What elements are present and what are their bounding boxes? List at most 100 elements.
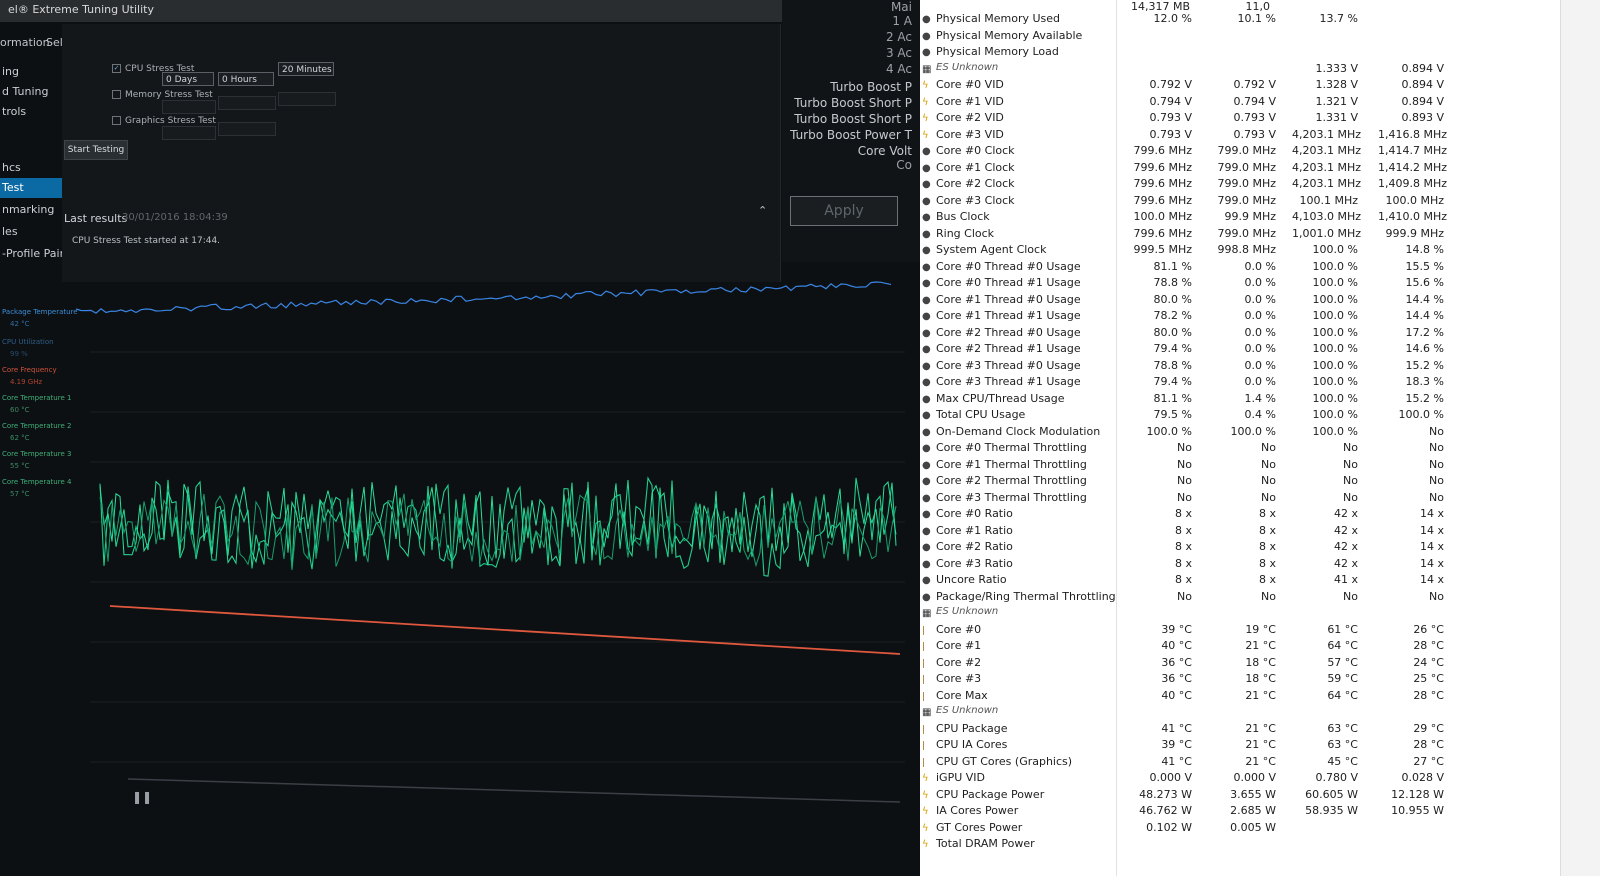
start-testing-button[interactable]: Start Testing bbox=[64, 140, 128, 160]
sensor-min-value: 799.0 MHz bbox=[1217, 193, 1276, 207]
scroll-chevron-icon[interactable]: ⌃ bbox=[758, 204, 767, 217]
sensor-row[interactable]: ϟ Core #1 VID 0.794 V 0.794 V 1.321 V 0.894 V bbox=[920, 95, 1600, 111]
duration-minutes-field[interactable]: 20 Minutes bbox=[278, 62, 334, 76]
sensor-row[interactable]: ● Core #2 Thread #1 Usage 79.4 % 0.0 % 100.0… bbox=[920, 342, 1600, 358]
sensor-max-value: 100.0 % bbox=[1312, 259, 1358, 273]
sensor-current-value: 78.8 % bbox=[1153, 276, 1192, 289]
sensor-max-value: 42 x bbox=[1333, 507, 1358, 520]
sensor-dot-icon: ● bbox=[922, 377, 931, 388]
sensor-label: CPU Package Power bbox=[936, 787, 1045, 801]
sensor-row[interactable]: ● Core #1 Thread #0 Usage 80.0 % 0.0 % 100.0… bbox=[920, 293, 1600, 309]
sidebar-item-profiles[interactable]: les bbox=[0, 222, 62, 242]
sidebar-item-graphics[interactable]: hcs bbox=[0, 158, 62, 178]
sensor-row[interactable]: ● Core #1 Thread #1 Usage 78.2 % 0.0 % 100.0… bbox=[920, 309, 1600, 325]
sensor-row[interactable]: ● Physical Memory Used 12.0 % 10.1 % 13.7 % bbox=[920, 12, 1600, 28]
tuning-co-label: Co bbox=[896, 158, 912, 172]
sensor-label: Core #0 VID bbox=[936, 78, 1004, 91]
sidebar-item-0[interactable]: ing bbox=[0, 62, 62, 82]
sensor-row[interactable]: ǀ Core #0 39 °C 19 °C 61 °C 26 °C bbox=[920, 623, 1600, 639]
checkbox-memory-stress[interactable] bbox=[112, 90, 121, 99]
memory-hours-field[interactable] bbox=[218, 96, 276, 110]
sensor-row[interactable]: ǀ CPU IA Cores 39 °C 21 °C 63 °C 28 °C bbox=[920, 738, 1600, 754]
sensor-row[interactable]: ● Max CPU/Thread Usage 81.1 % 1.4 % 100.0 % 1… bbox=[920, 392, 1600, 408]
sensor-avg-value: 14.4 % bbox=[1405, 309, 1444, 322]
sensor-row[interactable]: ● Core #0 Ratio 8 x 8 x 42 x 14 x bbox=[920, 507, 1600, 523]
sensor-group-header[interactable]: ▦ ES Unknown bbox=[920, 606, 1600, 622]
sensor-row[interactable]: ● Core #3 Thread #1 Usage 79.4 % 0.0 % 100.0… bbox=[920, 375, 1600, 391]
tab-information[interactable]: ormation bbox=[0, 36, 50, 49]
sensor-label: Package/Ring Thermal Throttling bbox=[936, 589, 1116, 603]
sensor-row[interactable]: ● Ring Clock 799.6 MHz 799.0 MHz 1,001.0 MHz… bbox=[920, 227, 1600, 243]
sensor-label: Core #3 Thermal Throttling bbox=[936, 490, 1087, 504]
sensor-row[interactable]: ● Core #0 Thermal Throttling No No No No bbox=[920, 441, 1600, 457]
sensor-label: Core #0 Clock bbox=[936, 144, 1015, 157]
sensor-row[interactable]: ϟ CPU Package Power 48.273 W 3.655 W 60.605 … bbox=[920, 788, 1600, 804]
sensor-group-header[interactable]: ▦ ES Unknown 1.333 V 0.894 V bbox=[920, 62, 1600, 78]
sidebar-item-benchmarking[interactable]: nmarking bbox=[0, 200, 62, 220]
sensor-row[interactable]: ϟ Core #2 VID 0.793 V 0.793 V 1.331 V 0.893 V bbox=[920, 111, 1600, 127]
sensor-max-value: No bbox=[1343, 589, 1358, 603]
sensor-row[interactable]: ● Core #3 Clock 799.6 MHz 799.0 MHz 100.1 MH… bbox=[920, 194, 1600, 210]
sensor-dot-icon: ● bbox=[922, 443, 931, 454]
sensor-row[interactable]: ● Bus Clock 100.0 MHz 99.9 MHz 4,103.0 MHz 1,… bbox=[920, 210, 1600, 226]
memory-days-field[interactable] bbox=[162, 100, 216, 114]
sensor-row[interactable]: ● Core #0 Clock 799.6 MHz 799.0 MHz 4,203.1 … bbox=[920, 144, 1600, 160]
sensor-min-value: 799.0 MHz bbox=[1217, 177, 1276, 190]
sensor-current-value: 41 °C bbox=[1161, 721, 1192, 735]
sensor-row[interactable]: ǀ Core #1 40 °C 21 °C 64 °C 28 °C bbox=[920, 639, 1600, 655]
sensor-row[interactable]: ϟ GT Cores Power 0.102 W 0.005 W bbox=[920, 821, 1600, 837]
sensor-max-value: 63 °C bbox=[1327, 721, 1358, 735]
sensor-row[interactable]: ● Core #1 Clock 799.6 MHz 799.0 MHz 4,203.1 … bbox=[920, 161, 1600, 177]
sensor-row[interactable]: ǀ Core Max 40 °C 21 °C 64 °C 28 °C bbox=[920, 689, 1600, 705]
sensor-label: Core #2 Thread #0 Usage bbox=[936, 325, 1081, 339]
sensor-row[interactable]: ● Core #2 Thermal Throttling No No No No bbox=[920, 474, 1600, 490]
duration-hours-field[interactable]: 0 Hours bbox=[218, 72, 274, 86]
sensor-row[interactable]: ● Core #2 Clock 799.6 MHz 799.0 MHz 4,203.1 … bbox=[920, 177, 1600, 193]
sensor-row[interactable]: ● Core #1 Ratio 8 x 8 x 42 x 14 x bbox=[920, 524, 1600, 540]
sensor-row[interactable]: ϟ IA Cores Power 46.762 W 2.685 W 58.935 W 10… bbox=[920, 804, 1600, 820]
sensor-row[interactable]: ǀ CPU Package 41 °C 21 °C 63 °C 29 °C bbox=[920, 722, 1600, 738]
sidebar-item-stress-test[interactable]: Test bbox=[0, 178, 62, 198]
memory-stress-test-option[interactable]: Memory Stress Test bbox=[112, 90, 213, 100]
memory-minutes-field[interactable] bbox=[278, 92, 336, 106]
sensor-row[interactable]: ǀ Core #3 36 °C 18 °C 59 °C 25 °C bbox=[920, 672, 1600, 688]
sensor-row[interactable]: ϟ Total DRAM Power bbox=[920, 837, 1600, 853]
sensor-row[interactable]: ● Uncore Ratio 8 x 8 x 41 x 14 x bbox=[920, 573, 1600, 589]
pause-icon[interactable]: ❚❚ bbox=[132, 790, 152, 804]
sensor-row[interactable]: ● On-Demand Clock Modulation 100.0 % 100.0 … bbox=[920, 425, 1600, 441]
sidebar-item-advanced-tuning[interactable]: d Tuning bbox=[0, 82, 62, 102]
sensor-row[interactable]: ● System Agent Clock 999.5 MHz 998.8 MHz 100… bbox=[920, 243, 1600, 259]
graphics-hours-field[interactable] bbox=[218, 122, 276, 136]
sensor-row[interactable]: ϟ Core #3 VID 0.793 V 0.793 V 4,203.1 MHz 1,4… bbox=[920, 128, 1600, 144]
sidebar-item-profile-pairing[interactable]: -Profile Pairing bbox=[0, 244, 62, 264]
sensor-row[interactable]: ● Core #1 Thermal Throttling No No No No bbox=[920, 458, 1600, 474]
sensor-current-value: 39 °C bbox=[1161, 622, 1192, 636]
sensor-row[interactable]: ● Core #3 Thermal Throttling No No No No bbox=[920, 491, 1600, 507]
sensor-row[interactable]: ● Core #2 Thread #0 Usage 80.0 % 0.0 % 100.0… bbox=[920, 326, 1600, 342]
sensor-group-header[interactable]: ▦ ES Unknown bbox=[920, 705, 1600, 721]
sensor-row[interactable]: ϟ Core #0 VID 0.792 V 0.792 V 1.328 V 0.894 V bbox=[920, 78, 1600, 94]
sensor-current-value: 0.000 V bbox=[1149, 771, 1192, 784]
sensor-row[interactable]: ǀ Core #2 36 °C 18 °C 57 °C 24 °C bbox=[920, 656, 1600, 672]
sensor-max-value: 1.333 V bbox=[1315, 61, 1358, 75]
sensor-min-value: 21 °C bbox=[1245, 754, 1276, 768]
graphics-stress-test-option[interactable]: Graphics Stress Test bbox=[112, 116, 216, 126]
sensor-row[interactable]: ● Core #0 Thread #1 Usage 78.8 % 0.0 % 100.0… bbox=[920, 276, 1600, 292]
sensor-row[interactable]: ǀ CPU GT Cores (Graphics) 41 °C 21 °C 45 °C 2… bbox=[920, 755, 1600, 771]
sensor-row[interactable]: ● Core #3 Ratio 8 x 8 x 42 x 14 x bbox=[920, 557, 1600, 573]
sensor-row[interactable]: ● Core #0 Thread #0 Usage 81.1 % 0.0 % 100.0… bbox=[920, 260, 1600, 276]
sensor-min-value: 0.4 % bbox=[1244, 408, 1276, 421]
checkbox-cpu-stress[interactable]: ✓ bbox=[112, 64, 121, 73]
sensor-row[interactable]: ● Core #3 Thread #0 Usage 78.8 % 0.0 % 100.0… bbox=[920, 359, 1600, 375]
sensor-row[interactable]: ● Physical Memory Available bbox=[920, 29, 1600, 45]
duration-days-field[interactable]: 0 Days bbox=[162, 72, 214, 86]
apply-button[interactable]: Apply bbox=[790, 196, 898, 226]
sensor-row[interactable]: ● Core #2 Ratio 8 x 8 x 42 x 14 x bbox=[920, 540, 1600, 556]
sidebar-item-controls[interactable]: trols bbox=[0, 102, 62, 122]
sensor-row[interactable]: ϟ iGPU VID 0.000 V 0.000 V 0.780 V 0.028 V bbox=[920, 771, 1600, 787]
sensor-row[interactable]: ● Total CPU Usage 79.5 % 0.4 % 100.0 % 100.0 … bbox=[920, 408, 1600, 424]
sensor-row[interactable]: ● Physical Memory Load bbox=[920, 45, 1600, 61]
checkbox-graphics-stress[interactable] bbox=[112, 116, 121, 125]
graphics-days-field[interactable] bbox=[162, 126, 216, 140]
sensor-row[interactable]: ● Package/Ring Thermal Throttling No No No No bbox=[920, 590, 1600, 606]
